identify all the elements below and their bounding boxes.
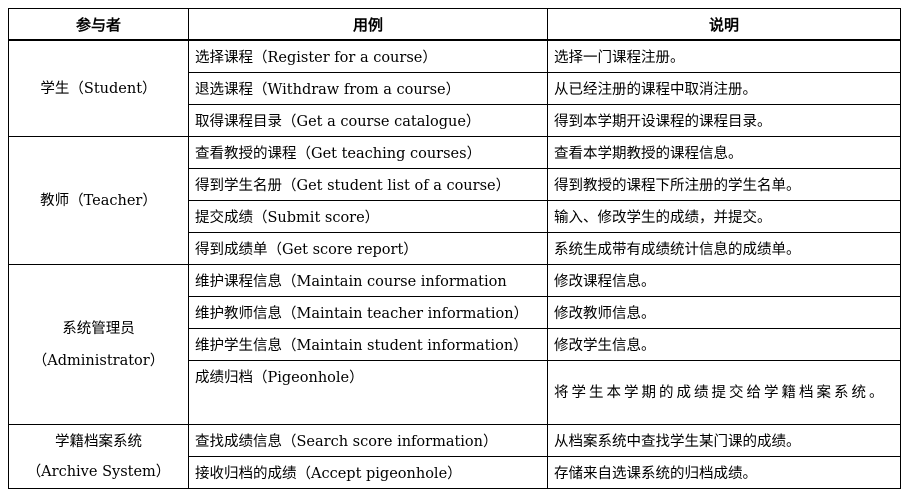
usecase-cell: 成绩归档（Pigeonhole） — [188, 360, 548, 425]
actor-name: 学籍档案系统 — [55, 433, 142, 450]
usecase-cell: 得到成绩单（Get score report） — [188, 232, 548, 265]
description-cell: 得到教授的课程下所注册的学生名单。 — [547, 168, 901, 201]
table-row: 教师（Teacher） 查看教授的课程（Get teaching courses… — [8, 136, 901, 265]
description-cell: 输入、修改学生的成绩，并提交。 — [547, 200, 901, 233]
description-cell: 得到本学期开设课程的课程目录。 — [547, 104, 901, 137]
description-cell: 修改课程信息。 — [547, 264, 901, 297]
usecase-cell: 查看教授的课程（Get teaching courses） — [188, 136, 548, 169]
header-actor: 参与者 — [8, 8, 189, 41]
actor-student: 学生（Student） — [8, 39, 189, 137]
usecase-cell: 查找成绩信息（Search score information） — [188, 424, 548, 457]
actor-name-en: （Archive System） — [26, 463, 171, 480]
usecase-cell: 维护课程信息（Maintain course information — [188, 264, 548, 297]
description-cell: 从档案系统中查找学生某门课的成绩。 — [547, 424, 901, 457]
description-cell: 将学生本学期的成绩提交给学籍档案系统。 — [547, 360, 901, 425]
actor-label: 教师（Teacher） — [40, 192, 157, 209]
usecase-cell: 维护教师信息（Maintain teacher information） — [188, 296, 548, 329]
use-case-table: 参与者 用例 说明 学生（Student） 选择课程（Register for … — [8, 8, 901, 489]
usecase-cell: 维护学生信息（Maintain student information） — [188, 328, 548, 361]
usecase-cell: 选择课程（Register for a course） — [188, 39, 548, 73]
description-cell: 从已经注册的课程中取消注册。 — [547, 72, 901, 105]
actor-administrator: 系统管理员 （Administrator） — [8, 264, 189, 425]
usecase-cell: 取得课程目录（Get a course catalogue） — [188, 104, 548, 137]
description-cell: 存储来自选课系统的归档成绩。 — [547, 456, 901, 489]
actor-teacher: 教师（Teacher） — [8, 136, 189, 265]
description-cell: 选择一门课程注册。 — [547, 39, 901, 73]
usecase-cell: 接收归档的成绩（Accept pigeonhole） — [188, 456, 548, 489]
usecase-cell: 得到学生名册（Get student list of a course） — [188, 168, 548, 201]
description-cell: 查看本学期教授的课程信息。 — [547, 136, 901, 169]
description-cell: 修改学生信息。 — [547, 328, 901, 361]
description-cell: 修改教师信息。 — [547, 296, 901, 329]
actor-name: 系统管理员 — [62, 320, 135, 337]
actor-name-en: （Administrator） — [32, 352, 165, 369]
header-row: 参与者 用例 说明 — [8, 8, 901, 41]
table-row: 学籍档案系统 （Archive System） 查找成绩信息（Search sc… — [8, 424, 901, 489]
header-usecase: 用例 — [188, 8, 548, 41]
table-row: 学生（Student） 选择课程（Register for a course） … — [8, 39, 901, 137]
usecase-cell: 提交成绩（Submit score） — [188, 200, 548, 233]
usecase-cell: 退选课程（Withdraw from a course） — [188, 72, 548, 105]
header-description: 说明 — [547, 8, 901, 41]
actor-label: 学生（Student） — [40, 80, 157, 97]
table-row: 系统管理员 （Administrator） 维护课程信息（Maintain co… — [8, 264, 901, 425]
description-cell: 系统生成带有成绩统计信息的成绩单。 — [547, 232, 901, 265]
actor-archive-system: 学籍档案系统 （Archive System） — [8, 424, 189, 489]
